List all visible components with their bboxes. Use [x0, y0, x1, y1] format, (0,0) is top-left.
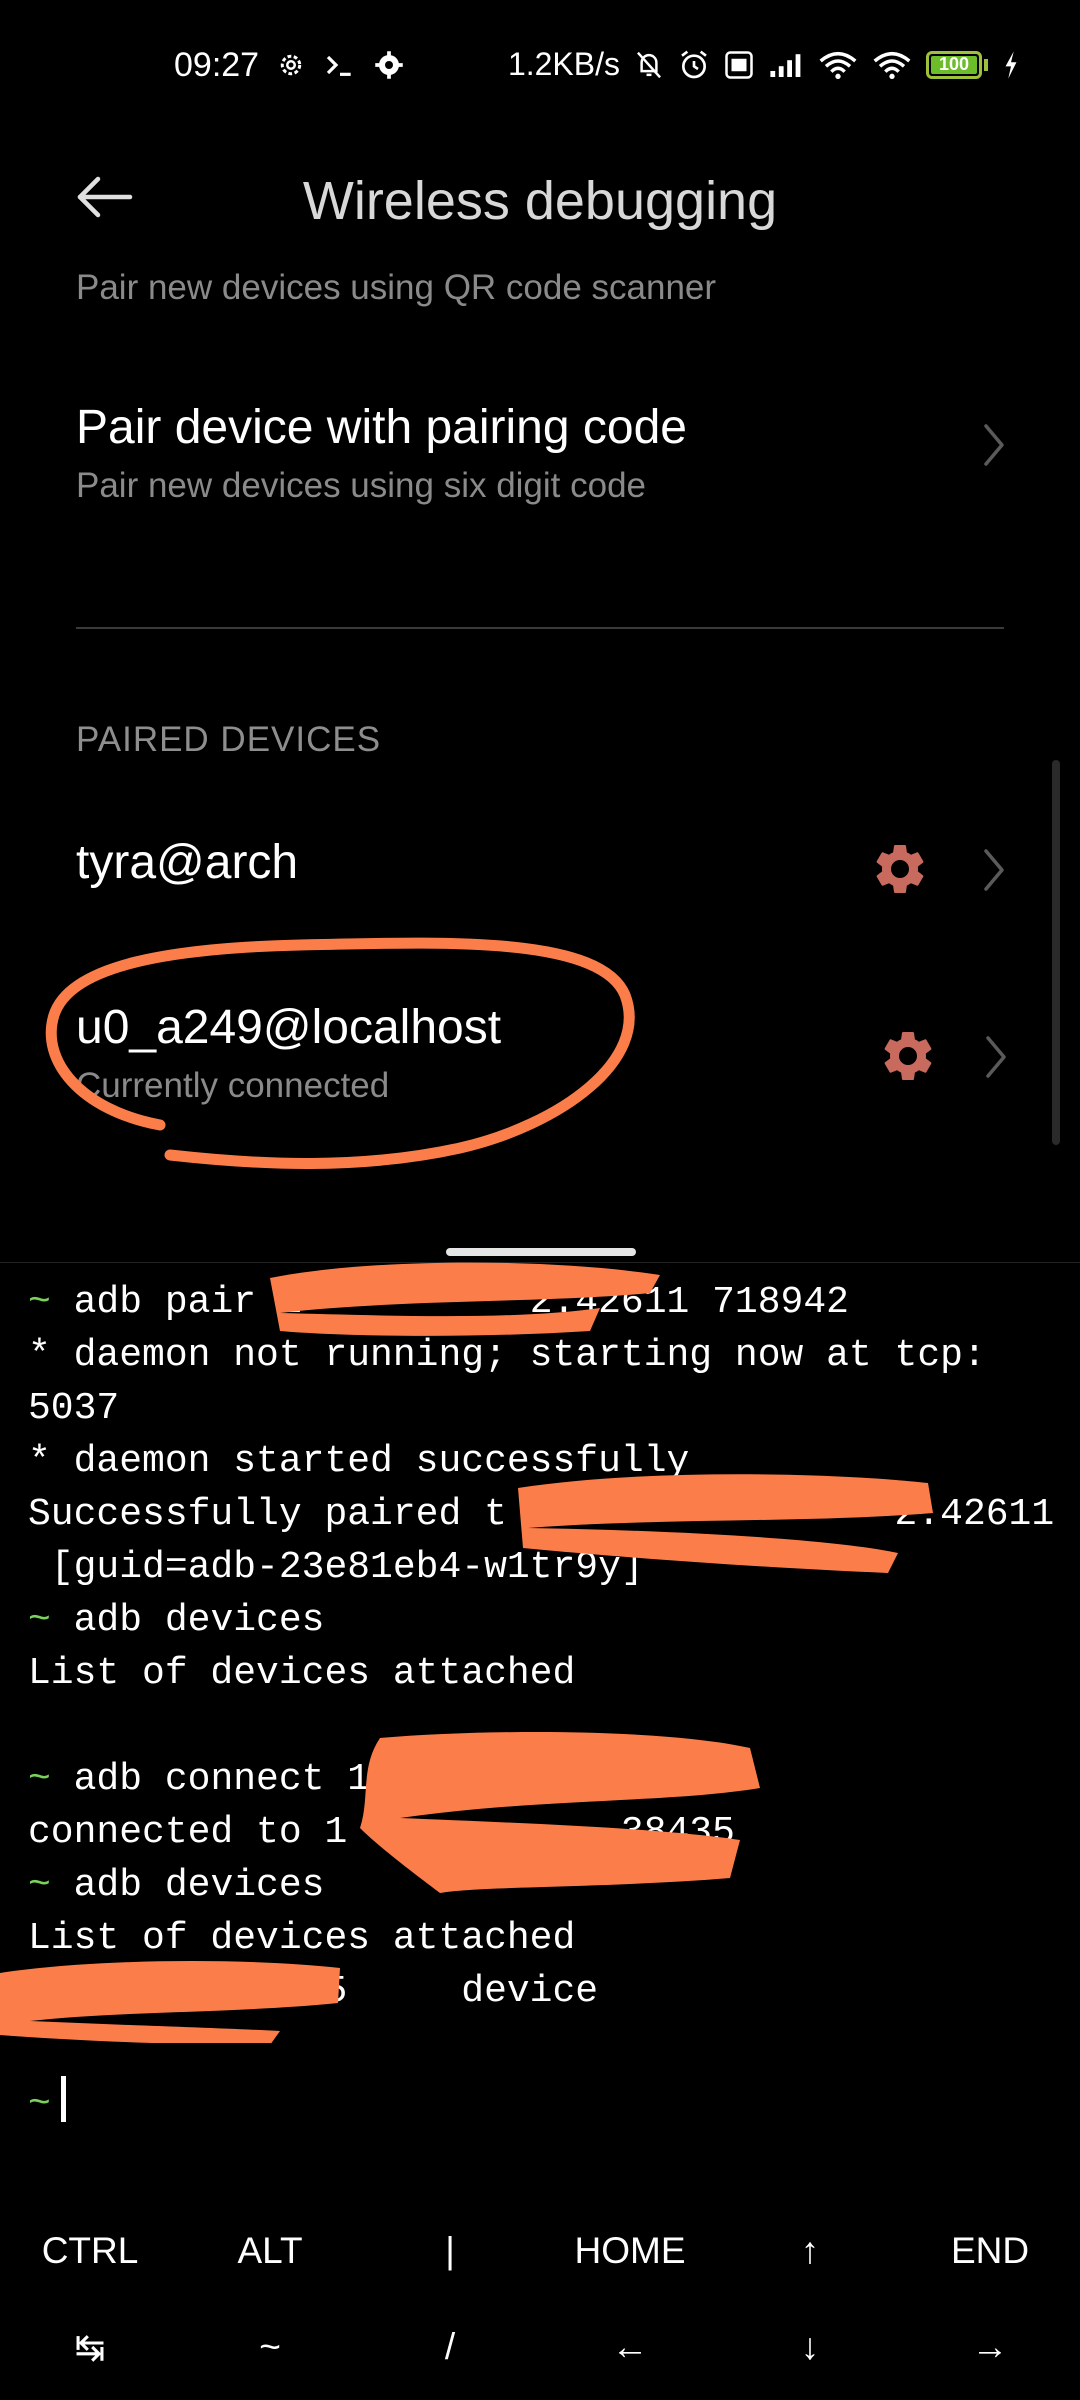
alarm-icon: [678, 49, 710, 81]
status-bar: 09:27 1.2KB/s 100: [0, 0, 1080, 140]
device-settings-icon[interactable]: [878, 1026, 938, 1086]
prompt-symbol: ~: [28, 1758, 51, 1801]
device-name: u0_a249@localhost: [76, 1001, 502, 1054]
home-key[interactable]: HOME: [540, 2230, 720, 2272]
prompt-symbol: ~: [28, 1599, 51, 1642]
split-screen-handle[interactable]: [446, 1248, 636, 1256]
slash-key[interactable]: /: [360, 2326, 540, 2369]
notification-icons: [276, 50, 404, 80]
alt-key[interactable]: ALT: [180, 2230, 360, 2272]
scrollbar[interactable]: [1052, 760, 1060, 1145]
chevron-right-icon: [986, 1036, 1006, 1078]
terminal-line: 5037: [28, 1387, 120, 1430]
paired-device-tyra[interactable]: tyra@arch: [0, 835, 1080, 955]
paired-devices-heading: PAIRED DEVICES: [76, 720, 382, 759]
terminal-input-line[interactable]: ~: [28, 2076, 66, 2126]
terminal-line: ~ adb pair 1 2.42611 718942: [28, 1281, 849, 1324]
right-arrow-key[interactable]: →: [900, 2326, 1080, 2369]
device-status: Currently connected: [76, 1066, 390, 1105]
terminal-line: :38435 device: [28, 1970, 599, 2013]
text-cursor: [60, 2076, 66, 2122]
charging-icon: [1002, 50, 1020, 80]
mute-icon: [634, 49, 664, 81]
pair-with-code-subtitle: Pair new devices using six digit code: [76, 466, 647, 505]
chevron-right-icon: [984, 849, 1004, 891]
terminal-line: connected to 1 38435: [28, 1811, 735, 1854]
down-arrow-key[interactable]: ↓: [720, 2326, 900, 2369]
device-name: tyra@arch: [76, 836, 299, 889]
page-title: Wireless debugging: [302, 171, 778, 231]
terminal-line: * daemon started successfully: [28, 1440, 690, 1483]
prompt-symbol: ~: [28, 2083, 51, 2126]
terminal-line: [guid=adb-23e81eb4-w1tr9y]: [28, 1546, 644, 1589]
extra-keys-row-2: ↹ ~ / ← ↓ →: [0, 2326, 1080, 2369]
end-key[interactable]: END: [900, 2230, 1080, 2272]
terminal-session[interactable]: ~ adb pair 1 2.42611 718942 * daemon not…: [0, 1262, 1080, 2191]
prompt-symbol: ~: [28, 1864, 51, 1907]
terminal-line: List of devices attached: [28, 1652, 576, 1695]
signal-icon: [768, 50, 804, 80]
device-settings-icon[interactable]: [870, 839, 930, 899]
battery-icon: 100: [926, 50, 988, 79]
gear-icon: [374, 50, 404, 80]
terminal-line: Successfully paired t 2.42611: [28, 1493, 1055, 1536]
terminal-icon: [324, 50, 356, 80]
pair-qr-subtitle[interactable]: Pair new devices using QR code scanner: [76, 268, 716, 308]
app-bar: Wireless debugging: [0, 140, 1080, 250]
pair-with-code-item[interactable]: Pair device with pairing code Pair new d…: [0, 400, 1080, 540]
left-arrow-key[interactable]: ←: [540, 2326, 720, 2369]
wireless-debugging-panel: Wireless debugging Pair new devices usin…: [0, 140, 1080, 1234]
pipe-key[interactable]: |: [360, 2230, 540, 2272]
prompt-symbol: ~: [28, 1281, 51, 1324]
network-speed: 1.2KB/s: [507, 46, 620, 82]
terminal-line: ~ adb devices: [28, 1864, 325, 1907]
section-divider: [76, 627, 1004, 629]
wifi-icon: [818, 50, 858, 80]
tab-key[interactable]: ↹: [0, 2326, 180, 2369]
paired-device-localhost[interactable]: u0_a249@localhost Currently connected: [0, 1000, 1080, 1150]
wifi-icon: [872, 50, 912, 80]
terminal-line: ~ adb connect 1 8435: [28, 1758, 758, 1801]
chevron-right-icon: [984, 424, 1004, 466]
battery-level: 100: [938, 54, 970, 74]
extra-keys-bar: CTRL ALT | HOME ↑ END ↹ ~ / ← ↓ →: [0, 2190, 1080, 2400]
tilde-key[interactable]: ~: [180, 2326, 360, 2369]
terminal-line: List of devices attached: [28, 1917, 576, 1960]
up-arrow-key[interactable]: ↑: [720, 2230, 900, 2272]
terminal-line: ~ adb devices: [28, 1599, 325, 1642]
terminal-line: * daemon not running; starting now at tc…: [28, 1334, 986, 1377]
system-icons: 1.2KB/s 100: [508, 46, 1020, 83]
pair-with-code-title: Pair device with pairing code: [76, 401, 687, 454]
settings-icon: [276, 50, 306, 80]
volte-icon: [724, 50, 754, 80]
ctrl-key[interactable]: CTRL: [0, 2230, 180, 2272]
extra-keys-row-1: CTRL ALT | HOME ↑ END: [0, 2230, 1080, 2272]
status-time: 09:27: [174, 46, 260, 84]
